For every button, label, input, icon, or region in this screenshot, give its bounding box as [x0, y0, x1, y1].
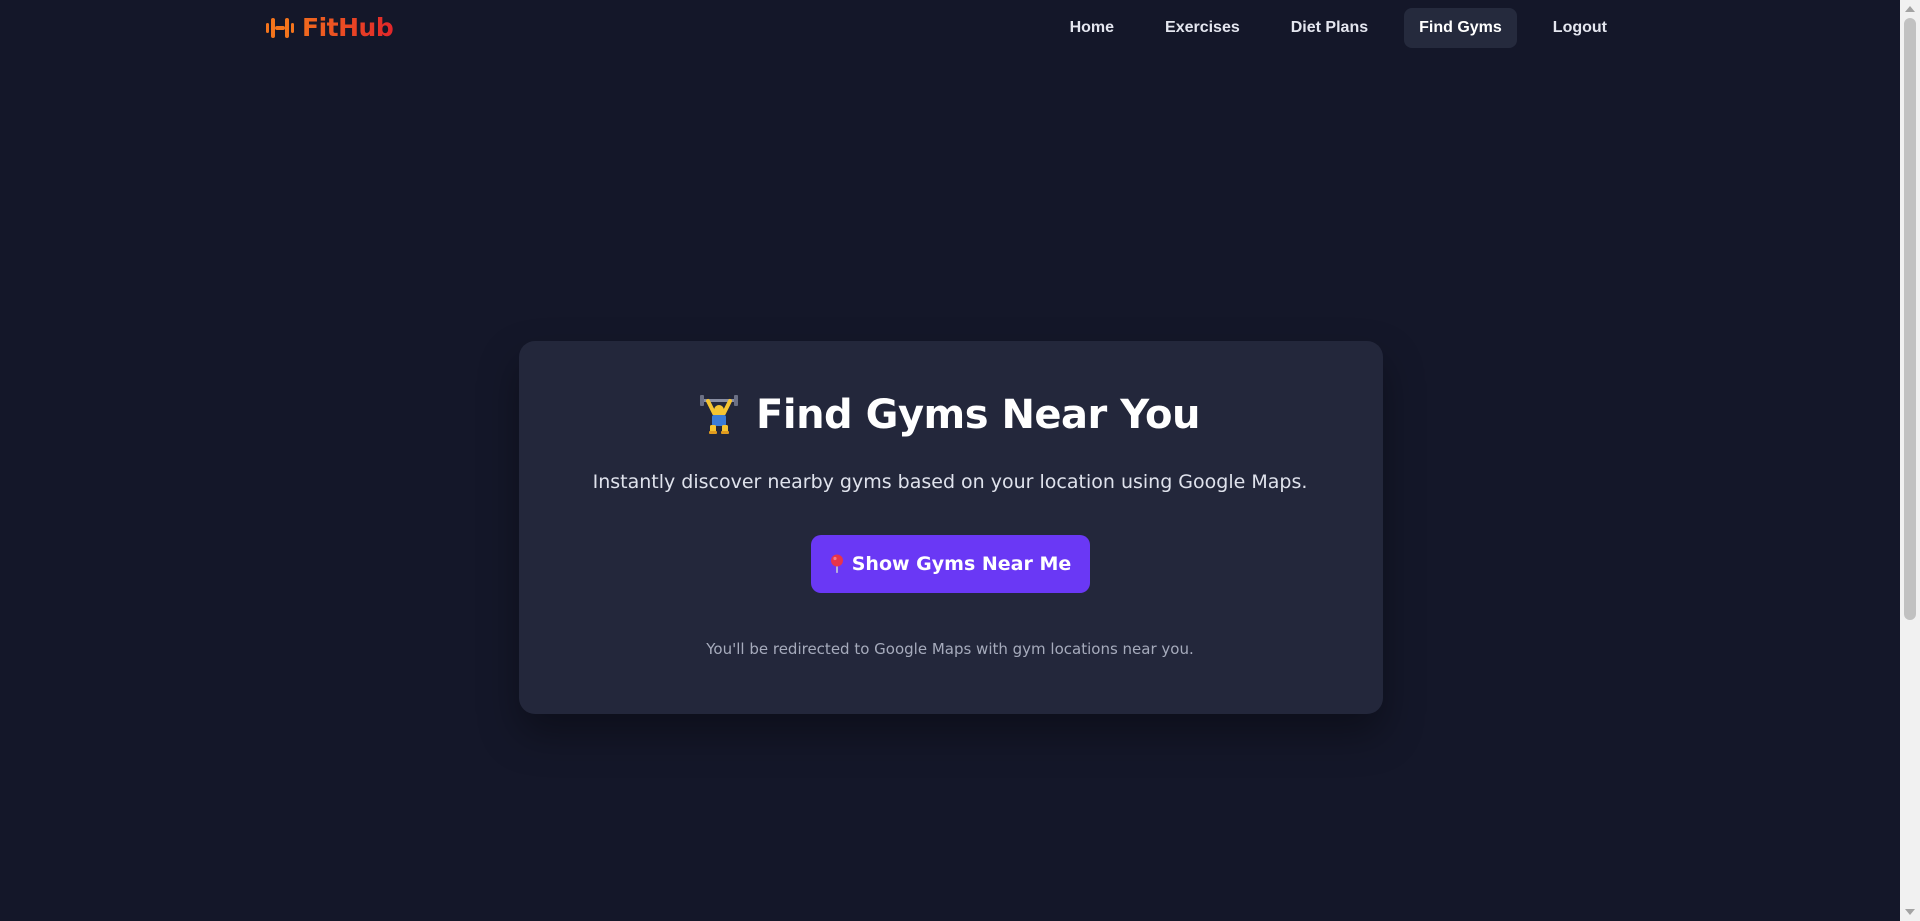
brand-name: FitHub: [302, 13, 394, 42]
vertical-scrollbar[interactable]: [1900, 0, 1920, 921]
dumbbell-icon: [266, 17, 294, 39]
show-gyms-button[interactable]: Show Gyms Near Me: [811, 535, 1090, 593]
scrollbar-thumb[interactable]: [1904, 18, 1916, 620]
weight-lifter-icon: [700, 395, 739, 435]
scroll-up-icon[interactable]: [1905, 6, 1915, 12]
card-description: Instantly discover nearby gyms based on …: [592, 471, 1308, 493]
nav-link-exercises[interactable]: Exercises: [1150, 8, 1255, 48]
card-title: Find Gyms Near You: [0, 392, 1900, 438]
nav-link-diet-plans[interactable]: Diet Plans: [1276, 8, 1383, 48]
nav-links: Home Exercises Diet Plans Find Gyms Logo…: [1055, 8, 1622, 48]
nav-link-logout[interactable]: Logout: [1538, 8, 1622, 48]
nav-link-home[interactable]: Home: [1055, 8, 1129, 48]
navbar: FitHub Home Exercises Diet Plans Find Gy…: [0, 0, 1900, 56]
nav-link-find-gyms[interactable]: Find Gyms: [1404, 8, 1517, 48]
page: FitHub Home Exercises Diet Plans Find Gy…: [0, 0, 1900, 921]
show-gyms-button-label: Show Gyms Near Me: [851, 553, 1072, 575]
pin-icon: [830, 554, 844, 574]
scroll-down-icon[interactable]: [1905, 909, 1915, 915]
redirect-note: You'll be redirected to Google Maps with…: [706, 640, 1194, 658]
page-title: Find Gyms Near You: [756, 392, 1200, 438]
brand-logo[interactable]: FitHub: [266, 13, 394, 42]
